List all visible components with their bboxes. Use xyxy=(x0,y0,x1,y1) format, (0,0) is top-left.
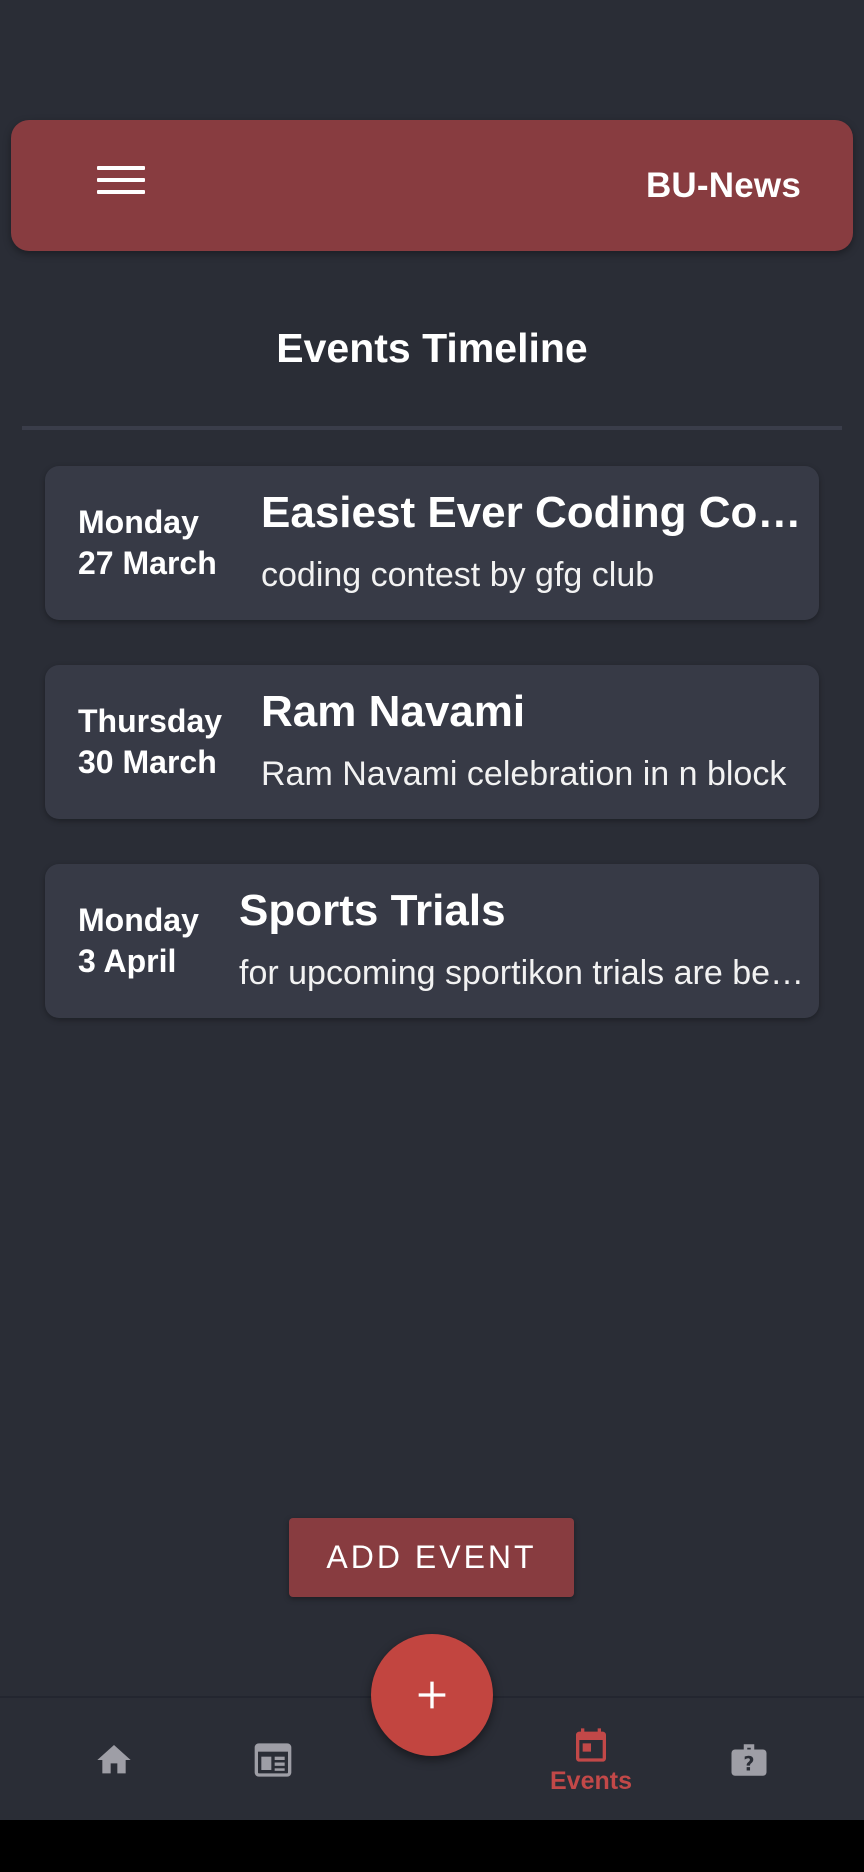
nav-item-lost-found[interactable]: ? xyxy=(689,1698,809,1822)
event-title: Easiest Ever Coding Contest xyxy=(261,488,809,537)
event-card[interactable]: Thursday 30 March Ram Navami Ram Navami … xyxy=(45,665,819,819)
calendar-icon xyxy=(576,1727,606,1762)
newspaper-icon xyxy=(254,1743,292,1777)
event-day: Monday xyxy=(78,902,199,938)
divider xyxy=(22,426,842,430)
event-description: coding contest by gfg club xyxy=(261,556,655,594)
event-day: Thursday xyxy=(78,703,223,739)
event-title: Ram Navami xyxy=(261,687,526,736)
hamburger-menu-icon[interactable] xyxy=(97,166,145,196)
svg-text:?: ? xyxy=(743,1753,754,1776)
event-date-text: 27 March xyxy=(78,545,217,581)
add-event-button[interactable]: ADD EVENT xyxy=(289,1518,574,1597)
suitcase-question-icon: ? xyxy=(731,1744,767,1776)
nav-item-news[interactable] xyxy=(213,1698,333,1822)
app-bar: BU-News xyxy=(11,120,853,251)
event-date-text: 30 March xyxy=(78,744,217,780)
event-description: for upcoming sportikon trials are being … xyxy=(239,954,809,992)
system-navigation-bar xyxy=(0,1820,864,1872)
event-card[interactable]: Monday 3 April Sports Trials for upcomin… xyxy=(45,864,819,1018)
event-date-text: 3 April xyxy=(78,943,177,979)
add-fab-button[interactable] xyxy=(371,1634,493,1756)
app-title: BU-News xyxy=(645,166,801,205)
home-icon xyxy=(97,1745,131,1774)
nav-item-home[interactable] xyxy=(54,1698,174,1822)
event-date: Monday 3 April xyxy=(78,864,199,1018)
nav-item-events[interactable]: Events xyxy=(531,1698,651,1822)
event-description: Ram Navami celebration in n block xyxy=(261,755,787,793)
event-day: Monday xyxy=(78,504,199,540)
event-date: Monday 27 March xyxy=(78,466,217,620)
event-date: Thursday 30 March xyxy=(78,665,222,819)
event-title: Sports Trials xyxy=(239,886,506,935)
page-title: Events Timeline xyxy=(276,325,588,371)
plus-icon xyxy=(418,1681,446,1709)
nav-label-events: Events xyxy=(550,1766,632,1795)
event-card[interactable]: Monday 27 March Easiest Ever Coding Cont… xyxy=(45,466,819,620)
